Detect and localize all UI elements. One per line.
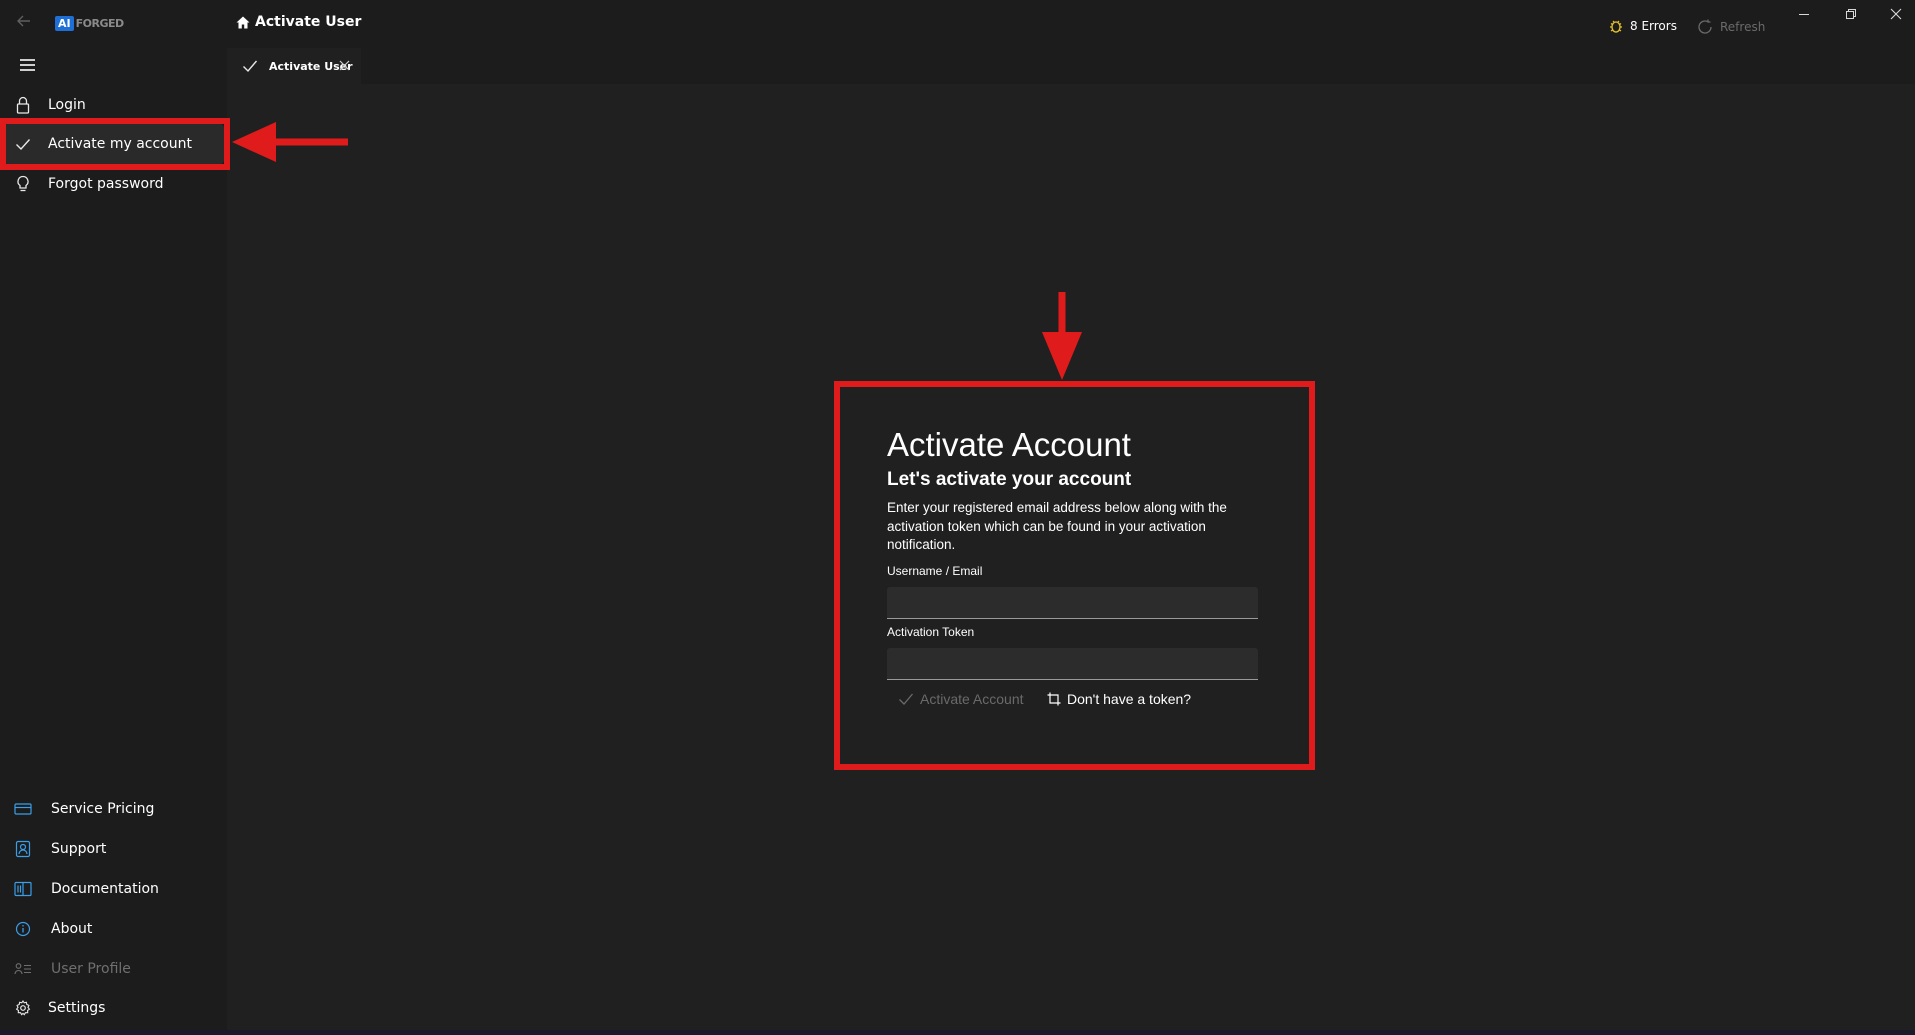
sidebar-item-label: Settings bbox=[48, 1000, 106, 1016]
refresh-button[interactable]: Refresh bbox=[1696, 18, 1765, 36]
lightbulb-icon bbox=[14, 175, 32, 193]
close-icon bbox=[339, 60, 350, 71]
bottom-edge bbox=[0, 1030, 1915, 1035]
gear-icon bbox=[14, 999, 32, 1017]
sidebar-item-label: Documentation bbox=[51, 881, 159, 897]
close-icon bbox=[1890, 8, 1902, 20]
breadcrumb-title: Activate User bbox=[255, 14, 362, 30]
back-button[interactable] bbox=[12, 12, 36, 36]
sidebar-item-label: User Profile bbox=[51, 961, 131, 977]
annotation-arrow-down bbox=[1042, 292, 1082, 380]
sidebar-item-support[interactable]: Support bbox=[0, 829, 227, 869]
minimize-icon bbox=[1799, 14, 1809, 15]
hamburger-menu-button[interactable] bbox=[16, 55, 40, 75]
restore-button[interactable] bbox=[1845, 8, 1857, 24]
book-icon bbox=[14, 880, 32, 898]
support-icon bbox=[14, 840, 32, 858]
user-profile-icon bbox=[14, 960, 32, 978]
checkmark-icon bbox=[243, 60, 258, 73]
annotation-arrow-left bbox=[232, 122, 348, 162]
errors-indicator[interactable]: 8 Errors bbox=[1608, 18, 1677, 34]
sidebar-item-about[interactable]: About bbox=[0, 909, 227, 949]
logo-ai-mark: AI bbox=[55, 16, 74, 31]
minimize-button[interactable] bbox=[1798, 8, 1810, 24]
annotation-highlight-form bbox=[834, 381, 1315, 770]
close-window-button[interactable] bbox=[1890, 8, 1902, 24]
annotation-highlight-sidebar bbox=[0, 118, 230, 170]
sidebar-item-label: Support bbox=[51, 841, 107, 857]
sidebar-item-settings[interactable]: Settings bbox=[0, 988, 227, 1028]
sidebar-item-user-profile[interactable]: User Profile bbox=[0, 949, 227, 989]
logo-text: FORGED bbox=[75, 17, 125, 30]
errors-label: 8 Errors bbox=[1630, 19, 1677, 33]
card-icon bbox=[14, 800, 32, 818]
sidebar-item-documentation[interactable]: Documentation bbox=[0, 869, 227, 909]
refresh-icon bbox=[1698, 19, 1712, 34]
home-icon bbox=[236, 16, 250, 28]
info-icon bbox=[14, 920, 32, 938]
sidebar-item-label: Forgot password bbox=[48, 176, 164, 192]
breadcrumb: Activate User bbox=[236, 14, 361, 30]
tab-bar: Activate User bbox=[227, 48, 1915, 84]
app-logo: AI FORGED bbox=[55, 15, 124, 32]
sidebar-top-bar: AI FORGED bbox=[0, 0, 227, 48]
tab-activate-user[interactable]: Activate User bbox=[227, 48, 361, 84]
restore-icon bbox=[1846, 9, 1856, 19]
tab-close-button[interactable] bbox=[339, 60, 350, 73]
lock-icon bbox=[14, 96, 32, 114]
back-arrow-icon bbox=[17, 15, 30, 27]
sidebar-item-service-pricing[interactable]: Service Pricing bbox=[0, 789, 227, 829]
sidebar-item-label: Login bbox=[48, 97, 86, 113]
sidebar-item-label: About bbox=[51, 921, 93, 937]
sidebar-item-forgot-password[interactable]: Forgot password bbox=[0, 164, 227, 204]
refresh-label: Refresh bbox=[1720, 20, 1766, 34]
sidebar-item-label: Service Pricing bbox=[51, 801, 155, 817]
bug-icon bbox=[1610, 20, 1622, 33]
